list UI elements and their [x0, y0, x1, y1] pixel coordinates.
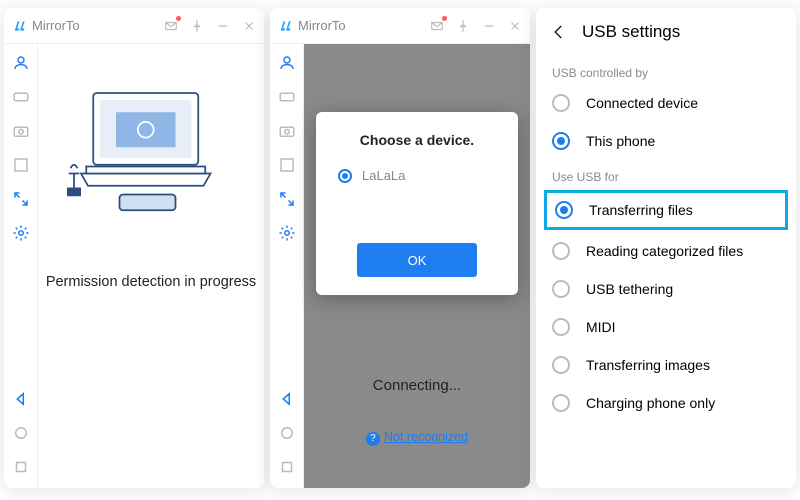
- status-text: Permission detection in progress: [46, 274, 256, 290]
- mirrorto-logo-icon: [12, 19, 28, 33]
- option-label: Transferring images: [586, 357, 710, 373]
- app-title: MirrorTo: [298, 18, 346, 33]
- sidebar-rail: [4, 44, 38, 488]
- close-icon[interactable]: [242, 19, 256, 33]
- laptop-phone-illustration: [61, 86, 241, 226]
- recent-icon[interactable]: [12, 458, 30, 476]
- option-label: MIDI: [586, 319, 616, 335]
- close-icon[interactable]: [508, 19, 522, 33]
- header-title: USB settings: [582, 22, 680, 42]
- app-title: MirrorTo: [32, 18, 80, 33]
- mirrorto-window-2: MirrorTo Connecting... ?Not re: [270, 8, 530, 488]
- radio-icon: [552, 394, 570, 412]
- connecting-text: Connecting...: [304, 377, 530, 394]
- minimize-icon[interactable]: [216, 19, 230, 33]
- section-use-usb-for: Use USB for: [536, 160, 796, 188]
- mail-icon[interactable]: [164, 19, 178, 33]
- mirrorto-logo-icon: [278, 19, 294, 33]
- main-content: Permission detection in progress: [38, 44, 264, 488]
- option-this-phone[interactable]: This phone: [536, 122, 796, 160]
- not-recognized-link[interactable]: ? Not recognized: [304, 430, 530, 446]
- radio-icon: [552, 280, 570, 298]
- camera-icon[interactable]: [278, 122, 296, 140]
- choose-device-modal: Choose a device. LaLaLa OK: [316, 112, 518, 295]
- keyboard-icon[interactable]: [12, 88, 30, 106]
- device-option[interactable]: LaLaLa: [338, 168, 496, 183]
- radio-icon: [552, 356, 570, 374]
- main-content: Connecting... ? Not recognized Choose a d…: [304, 44, 530, 488]
- option-midi[interactable]: MIDI: [536, 308, 796, 346]
- not-recognized-label: Not recognized: [384, 430, 468, 444]
- option-label: Charging phone only: [586, 395, 715, 411]
- radio-icon: [338, 169, 352, 183]
- option-charging-phone-only[interactable]: Charging phone only: [536, 384, 796, 422]
- user-icon[interactable]: [278, 54, 296, 72]
- expand-icon[interactable]: [278, 190, 296, 208]
- back-icon[interactable]: [12, 390, 30, 408]
- window-controls: [164, 19, 256, 33]
- sidebar-rail: [270, 44, 304, 488]
- screenshot-icon[interactable]: [278, 156, 296, 174]
- usb-settings-screen: USB settings USB controlled by Connected…: [536, 8, 796, 488]
- radio-icon: [552, 242, 570, 260]
- radio-icon: [552, 318, 570, 336]
- user-icon[interactable]: [12, 54, 30, 72]
- keyboard-icon[interactable]: [278, 88, 296, 106]
- camera-icon[interactable]: [12, 122, 30, 140]
- modal-title: Choose a device.: [334, 132, 500, 148]
- radio-icon: [555, 201, 573, 219]
- option-label: This phone: [586, 133, 655, 149]
- pin-icon[interactable]: [190, 19, 204, 33]
- mirrorto-window-1: MirrorTo: [4, 8, 264, 488]
- home-icon[interactable]: [278, 424, 296, 442]
- titlebar: MirrorTo: [4, 8, 264, 44]
- option-connected-device[interactable]: Connected device: [536, 84, 796, 122]
- expand-icon[interactable]: [12, 190, 30, 208]
- pin-icon[interactable]: [456, 19, 470, 33]
- help-icon: ?: [366, 432, 380, 446]
- mail-icon[interactable]: [430, 19, 444, 33]
- back-icon[interactable]: [278, 390, 296, 408]
- section-usb-controlled-by: USB controlled by: [536, 56, 796, 84]
- back-icon[interactable]: [550, 23, 568, 41]
- option-transferring-files[interactable]: Transferring files: [544, 190, 788, 230]
- device-name: LaLaLa: [362, 168, 405, 183]
- recent-icon[interactable]: [278, 458, 296, 476]
- option-transferring-images[interactable]: Transferring images: [536, 346, 796, 384]
- home-icon[interactable]: [12, 424, 30, 442]
- gear-icon[interactable]: [12, 224, 30, 242]
- option-label: Reading categorized files: [586, 243, 743, 259]
- gear-icon[interactable]: [278, 224, 296, 242]
- ok-button[interactable]: OK: [357, 243, 477, 277]
- minimize-icon[interactable]: [482, 19, 496, 33]
- option-label: Transferring files: [589, 202, 693, 218]
- option-label: Connected device: [586, 95, 698, 111]
- option-usb-tethering[interactable]: USB tethering: [536, 270, 796, 308]
- option-reading-categorized-files[interactable]: Reading categorized files: [536, 232, 796, 270]
- screenshot-icon[interactable]: [12, 156, 30, 174]
- radio-icon: [552, 94, 570, 112]
- usb-settings-header: USB settings: [536, 8, 796, 56]
- window-controls: [430, 19, 522, 33]
- radio-icon: [552, 132, 570, 150]
- option-label: USB tethering: [586, 281, 673, 297]
- titlebar: MirrorTo: [270, 8, 530, 44]
